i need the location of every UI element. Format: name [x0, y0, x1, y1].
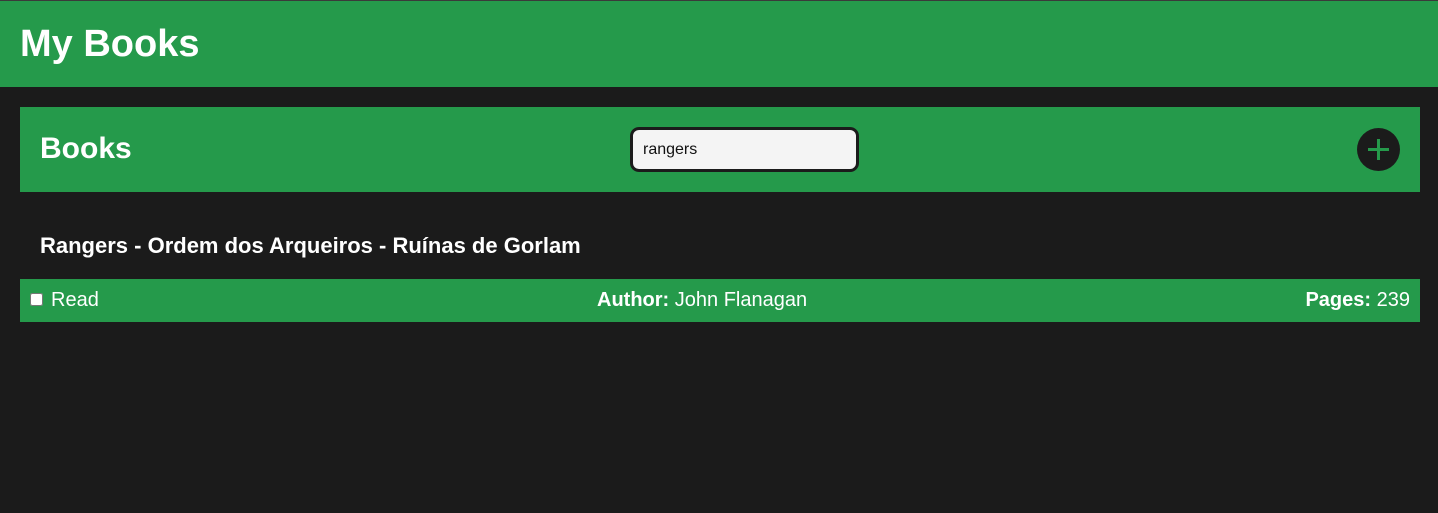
book-author: Author: John Flanagan — [597, 289, 807, 311]
book-pages: Pages: 239 — [1305, 289, 1410, 311]
app-title: My Books — [20, 23, 200, 65]
app-header: My Books — [0, 0, 1438, 87]
books-toolbar: Books — [20, 107, 1420, 192]
author-label: Author: — [597, 289, 670, 311]
section-title: Books — [40, 132, 132, 165]
page: My Books Books Rangers - Ordem dos Arque… — [0, 0, 1438, 513]
search-input[interactable] — [630, 127, 859, 172]
read-toggle[interactable]: Read — [30, 289, 99, 311]
author-value: John Flanagan — [674, 289, 808, 311]
add-book-button[interactable] — [1357, 128, 1400, 171]
read-label: Read — [51, 288, 99, 311]
read-checkbox[interactable] — [30, 292, 43, 306]
pages-value: 239 — [1376, 289, 1410, 311]
pages-label: Pages: — [1305, 289, 1372, 311]
book-details-bar: Read Author: John Flanagan Pages: 239 — [20, 279, 1420, 322]
plus-icon — [1368, 139, 1389, 160]
book-title: Rangers - Ordem dos Arqueiros - Ruínas d… — [40, 233, 581, 258]
